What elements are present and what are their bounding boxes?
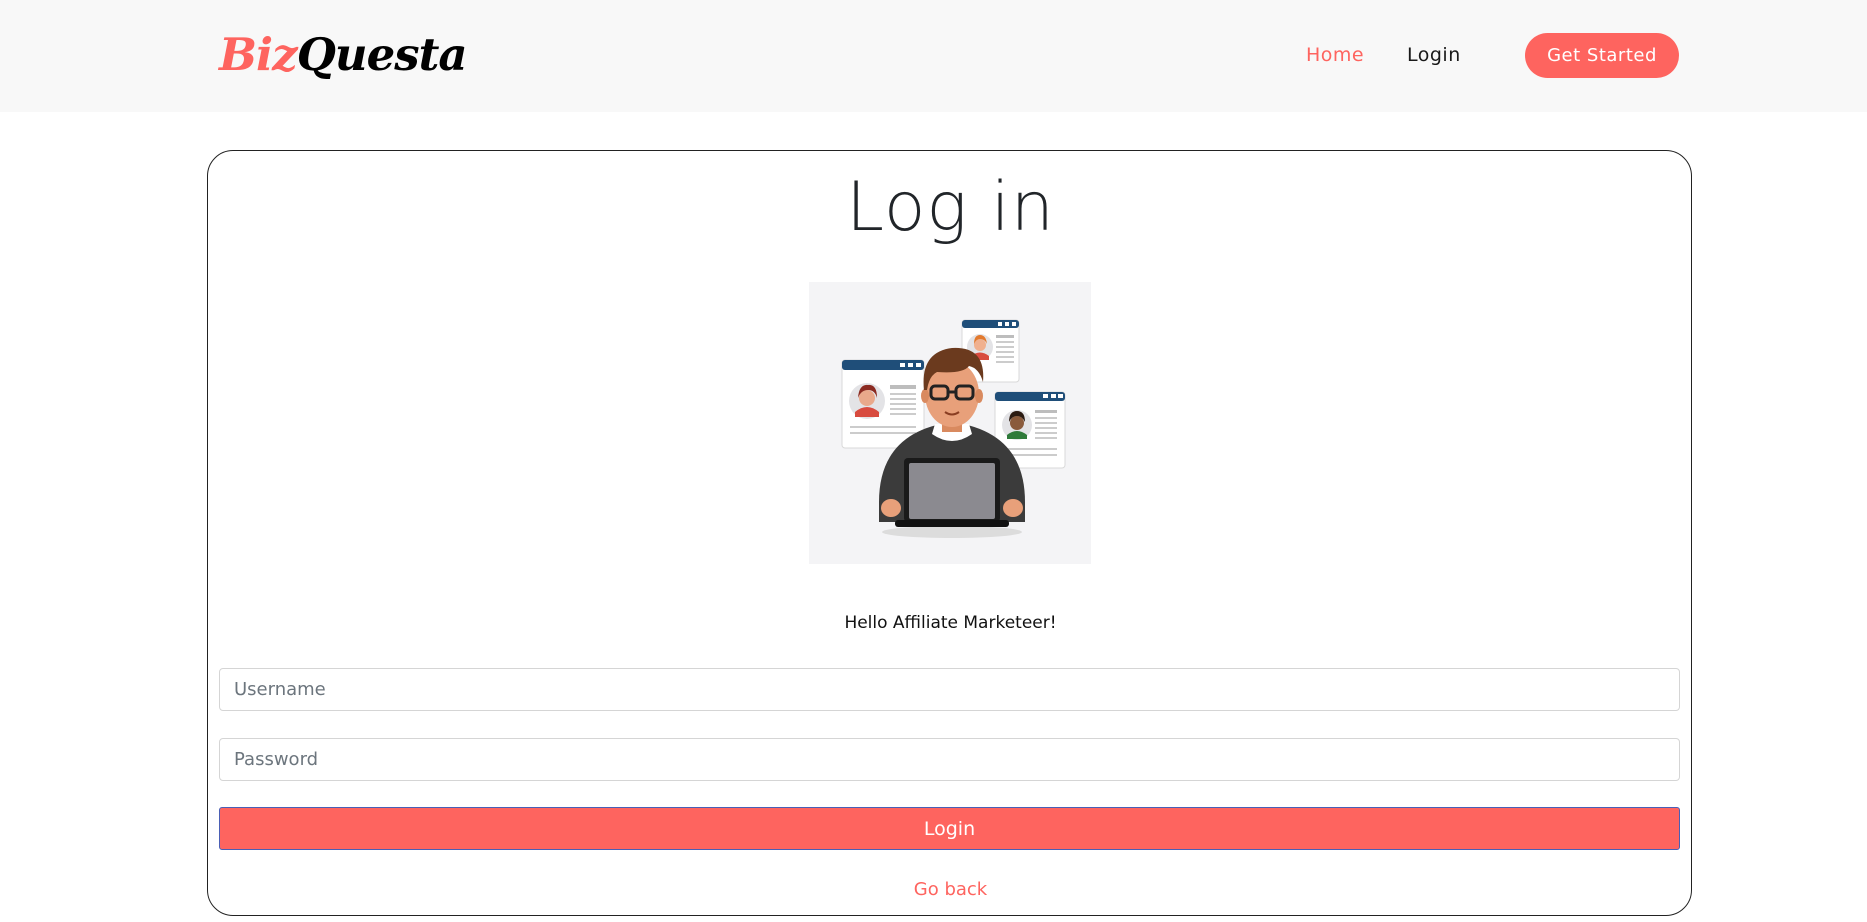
logo-part-biz: Biz: [219, 28, 298, 81]
page-title: Log in: [846, 168, 1055, 247]
top-navbar: BizQuesta Home Login Get Started: [0, 0, 1867, 112]
nav-home-link[interactable]: Home: [1306, 44, 1364, 66]
get-started-button[interactable]: Get Started: [1525, 33, 1679, 78]
login-card: Log in Hello Affiliate Marketeer! Userna…: [207, 150, 1692, 916]
go-back-link[interactable]: Go back: [208, 879, 1693, 900]
user-at-laptop-with-profiles-icon: [809, 282, 1091, 564]
profile-card-icon: [841, 359, 925, 449]
greeting-text: Hello Affiliate Marketeer!: [844, 613, 1057, 633]
username-input[interactable]: [219, 668, 1680, 711]
login-submit-button[interactable]: Login: [219, 807, 1680, 850]
nav-login-link[interactable]: Login: [1407, 44, 1461, 66]
brand-logo[interactable]: BizQuesta: [219, 28, 468, 81]
password-input[interactable]: [219, 738, 1680, 781]
logo-part-questa: Questa: [296, 28, 468, 81]
